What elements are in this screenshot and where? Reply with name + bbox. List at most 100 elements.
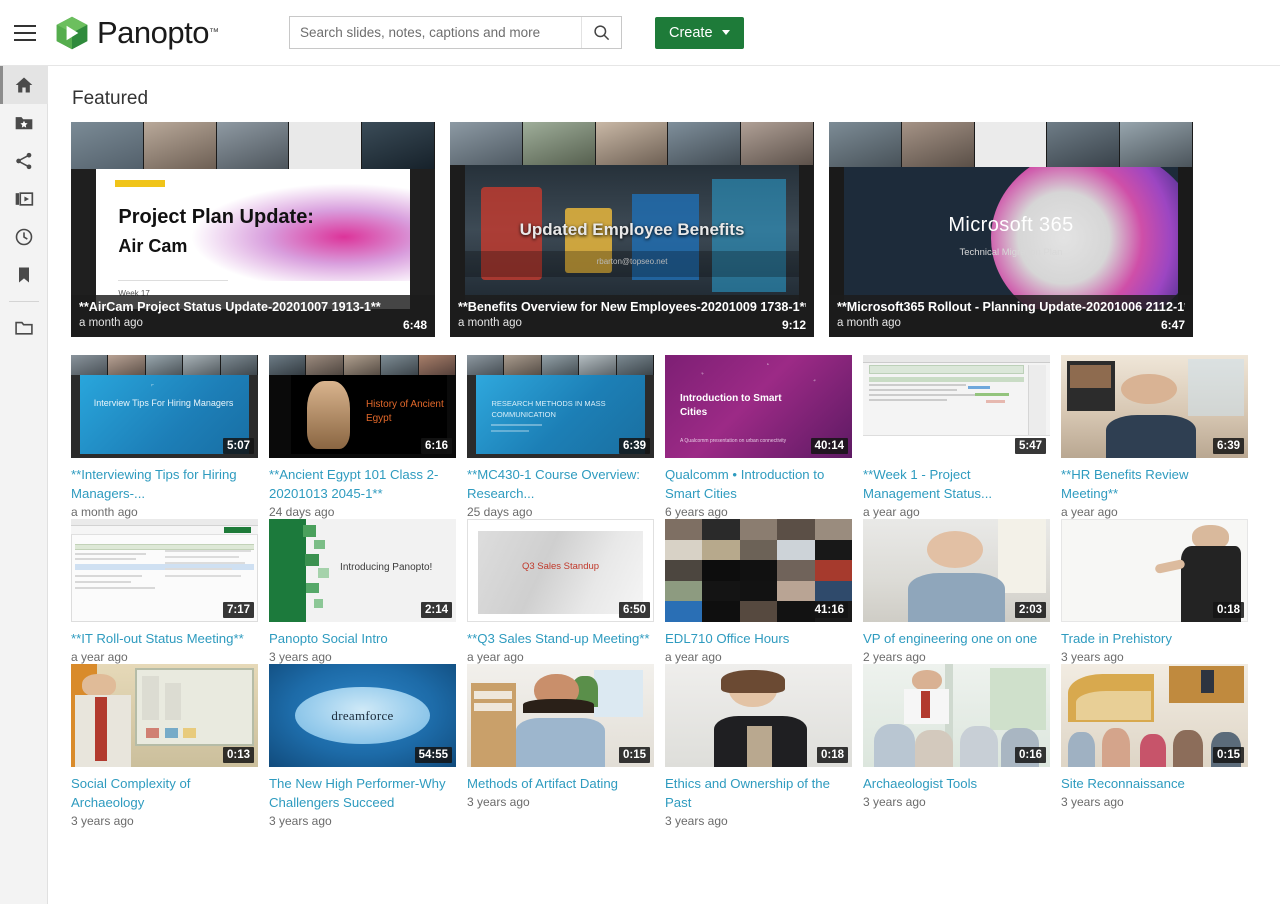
video-title[interactable]: **IT Roll-out Status Meeting** — [71, 629, 258, 648]
video-card[interactable]: Air Cam Project Plan 5:47 **Week 1 - Pro… — [863, 355, 1050, 519]
video-thumbnail: 0:15 — [1061, 664, 1248, 767]
featured-title: **AirCam Project Status Update-20201007 … — [79, 300, 381, 314]
featured-date: a month ago — [837, 317, 901, 329]
video-title[interactable]: The New High Performer-Why Challengers S… — [269, 774, 456, 812]
video-card[interactable]: 0:18 Ethics and Ownership of the Past 3 … — [665, 664, 852, 828]
video-title[interactable]: **Ancient Egypt 101 Class 2-20201013 204… — [269, 465, 456, 503]
video-title[interactable]: Archaeologist Tools — [863, 774, 1050, 793]
video-title[interactable]: Site Reconnaissance — [1061, 774, 1248, 793]
create-button[interactable]: Create — [655, 16, 744, 49]
video-card[interactable]: Introduction to Smart Cities A Qualcomm … — [665, 355, 852, 519]
video-date: a year ago — [1061, 505, 1118, 519]
video-title[interactable]: **Q3 Sales Stand-up Meeting** — [467, 629, 654, 648]
home-icon — [15, 77, 33, 93]
share-icon — [16, 152, 32, 170]
video-title[interactable]: Qualcomm • Introduction to Smart Cities — [665, 465, 852, 503]
page-title: Featured — [72, 88, 149, 109]
search-bar[interactable] — [289, 16, 622, 49]
video-card[interactable]: Q3 Sales Standup 6:50 **Q3 Sales Stand-u… — [467, 519, 654, 664]
video-card[interactable]: Interview Tips For Hiring Managers 5:07 … — [71, 355, 258, 519]
video-thumbnail: History of Ancient Egypt 6:16 — [269, 355, 456, 458]
video-duration: 40:14 — [810, 438, 848, 454]
featured-overlay: **Benefits Overview for New Employees-20… — [450, 295, 814, 337]
panopto-logo-icon — [56, 16, 88, 49]
video-grid: Interview Tips For Hiring Managers 5:07 … — [71, 355, 1280, 828]
sidebar-item-recent[interactable] — [0, 218, 48, 256]
video-date: 3 years ago — [467, 795, 530, 809]
sidebar-item-browse-folders[interactable] — [0, 309, 48, 347]
video-card[interactable]: RESEARCH METHODS IN MASS COMMUNICATION 6… — [467, 355, 654, 519]
video-thumbnail: 0:18 — [665, 664, 852, 767]
video-card[interactable]: 0:13 Social Complexity of Archaeology 3 … — [71, 664, 258, 828]
video-card[interactable]: 0:16 Archaeologist Tools 3 years ago — [863, 664, 1050, 828]
video-card[interactable]: 2:03 VP of engineering one on one 2 year… — [863, 519, 1050, 664]
search-button[interactable] — [581, 17, 621, 48]
video-title[interactable]: **HR Benefits Review Meeting** — [1061, 465, 1248, 503]
video-thumbnail: Q3 Sales Standup 6:50 — [467, 519, 654, 622]
video-thumbnail: 0:13 — [71, 664, 258, 767]
video-date: 3 years ago — [1061, 650, 1124, 664]
featured-slide-footer: rbarton@topseo.net — [596, 257, 668, 267]
search-icon — [594, 25, 610, 41]
video-thumbnail: 7:17 — [71, 519, 258, 622]
sidebar-item-home[interactable] — [0, 66, 48, 104]
video-title[interactable]: **Interviewing Tips for Hiring Managers-… — [71, 465, 258, 503]
main-content: Featured Project Plan Update: Air Cam We… — [49, 66, 1280, 904]
panopto-logo[interactable]: Panopto ™ — [54, 15, 219, 51]
video-card[interactable]: 41:16 EDL710 Office Hours a year ago — [665, 519, 852, 664]
sidebar-item-my-videos[interactable] — [0, 180, 48, 218]
video-duration: 0:16 — [1014, 747, 1046, 763]
featured-card[interactable]: Microsoft 365 Technical Migration Plan *… — [829, 122, 1193, 337]
video-card[interactable]: 0:15 Methods of Artifact Dating 3 years … — [467, 664, 654, 828]
video-card[interactable]: 6:39 **HR Benefits Review Meeting** a ye… — [1061, 355, 1248, 519]
video-card[interactable]: History of Ancient Egypt 6:16 **Ancient … — [269, 355, 456, 519]
hamburger-icon[interactable] — [12, 23, 38, 43]
video-title[interactable]: Methods of Artifact Dating — [467, 774, 654, 793]
video-duration: 6:39 — [1212, 438, 1244, 454]
video-thumbnail: 6:39 — [1061, 355, 1248, 458]
video-title[interactable]: EDL710 Office Hours — [665, 629, 852, 648]
video-slide-text: dreamforce — [331, 708, 394, 724]
video-date: 6 years ago — [665, 505, 728, 519]
featured-overlay: **AirCam Project Status Update-20201007 … — [71, 295, 435, 337]
video-title[interactable]: Ethics and Ownership of the Past — [665, 774, 852, 812]
sidebar-item-shared-with-me[interactable] — [0, 142, 48, 180]
search-input[interactable] — [290, 17, 581, 48]
video-thumbnail: 0:16 — [863, 664, 1050, 767]
video-date: 2 years ago — [863, 650, 926, 664]
video-slide-text: Q3 Sales Standup — [521, 561, 600, 573]
video-duration: 6:39 — [618, 438, 650, 454]
video-slide-text: History of Ancient Egypt — [365, 399, 444, 425]
featured-card[interactable]: Updated Employee Benefits rbarton@topseo… — [450, 122, 814, 337]
video-card[interactable]: 7:17 **IT Roll-out Status Meeting** a ye… — [71, 519, 258, 664]
video-title[interactable]: Trade in Prehistory — [1061, 629, 1248, 648]
video-title[interactable]: Panopto Social Intro — [269, 629, 456, 648]
video-card[interactable]: 0:18 Trade in Prehistory 3 years ago — [1061, 519, 1248, 664]
featured-date: a month ago — [79, 317, 143, 329]
featured-slide-subtitle: Technical Migration Plan — [959, 246, 1063, 258]
video-card[interactable]: 0:15 Site Reconnaissance 3 years ago — [1061, 664, 1248, 828]
video-date: a month ago — [71, 505, 138, 519]
starred-folder-icon — [15, 117, 33, 130]
featured-card[interactable]: Project Plan Update: Air Cam Week 17 **A… — [71, 122, 435, 337]
video-date: a year ago — [467, 650, 524, 664]
video-card[interactable]: Introducing Panopto! 2:14 Panopto Social… — [269, 519, 456, 664]
video-duration: 54:55 — [414, 747, 452, 763]
video-title[interactable]: **Week 1 - Project Management Status... — [863, 465, 1050, 503]
featured-date: a month ago — [458, 317, 522, 329]
video-date: 3 years ago — [269, 650, 332, 664]
video-thumbnail: 2:03 — [863, 519, 1050, 622]
featured-title: **Benefits Overview for New Employees-20… — [458, 300, 806, 314]
video-thumbnail: dreamforce 54:55 — [269, 664, 456, 767]
left-sidebar — [0, 66, 48, 904]
video-card[interactable]: dreamforce 54:55 The New High Performer-… — [269, 664, 456, 828]
video-title[interactable]: VP of engineering one on one — [863, 629, 1050, 648]
folder-icon — [15, 321, 33, 335]
video-title[interactable]: Social Complexity of Archaeology — [71, 774, 258, 812]
featured-slide-title: Updated Employee Benefits — [519, 219, 745, 239]
video-date: a year ago — [863, 505, 920, 519]
featured-slide-title: Microsoft 365 — [948, 213, 1074, 236]
video-title[interactable]: **MC430-1 Course Overview: Research... — [467, 465, 654, 503]
sidebar-item-bookmarks[interactable] — [0, 256, 48, 294]
sidebar-item-my-folder[interactable] — [0, 104, 48, 142]
